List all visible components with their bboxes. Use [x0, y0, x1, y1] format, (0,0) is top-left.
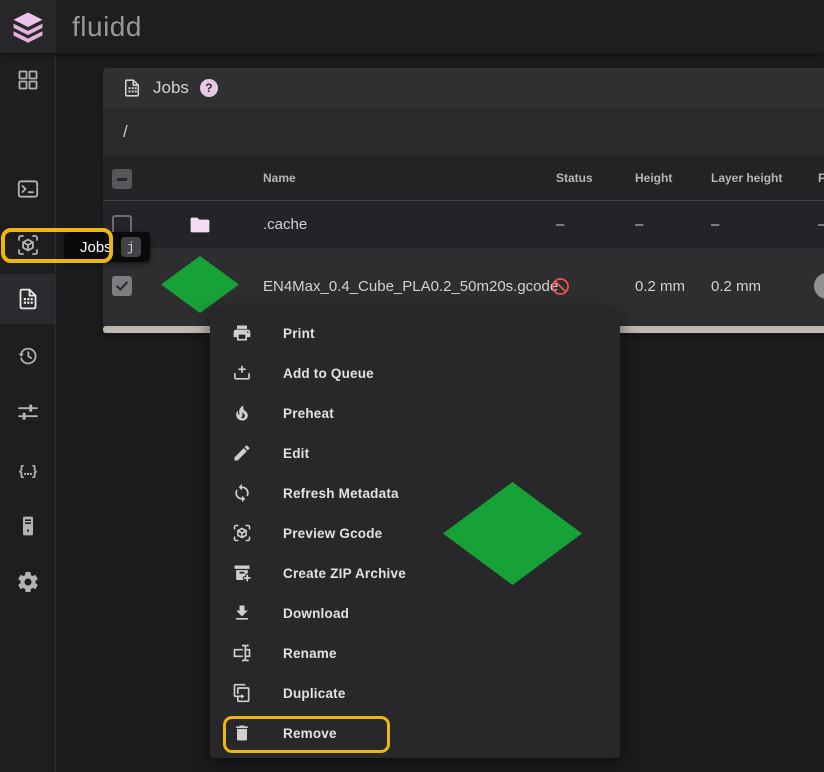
printer-icon: [232, 323, 252, 343]
table-header-row: Name Status Height Layer height F: [103, 156, 824, 201]
select-all-checkbox[interactable]: [112, 169, 132, 189]
app-title: fluidd: [72, 0, 142, 53]
download-icon: [232, 603, 252, 623]
sidebar-item-macros[interactable]: {...}: [0, 445, 55, 495]
menu-item-add-to-queue[interactable]: Add to Queue: [210, 353, 620, 393]
breadcrumb-path[interactable]: /: [103, 108, 824, 156]
blocked-icon: [550, 276, 571, 297]
jobs-panel-header: Jobs ?: [103, 68, 824, 108]
menu-item-download[interactable]: Download: [210, 593, 620, 633]
row-layer-height: 0.2 mm: [711, 248, 761, 326]
menu-item-duplicate[interactable]: Duplicate: [210, 673, 620, 713]
file-thumbnail: [160, 255, 240, 315]
help-icon[interactable]: ?: [200, 79, 218, 97]
menu-item-label: Create ZIP Archive: [283, 566, 406, 581]
flame-icon: [232, 403, 252, 423]
archive-plus-icon: [232, 563, 252, 583]
menu-item-label: Preheat: [283, 406, 334, 421]
filament-chip-partial: [814, 273, 824, 299]
jobs-panel: Jobs ? / Name Status Height Layer height…: [103, 68, 824, 334]
tooltip-label: Jobs: [80, 239, 112, 256]
menu-item-label: Edit: [283, 446, 309, 461]
fluidd-logo[interactable]: [0, 0, 56, 53]
menu-item-label: Duplicate: [283, 686, 346, 701]
app-bar: fluidd: [0, 0, 824, 53]
thumbnail-preview-large: [442, 481, 583, 586]
column-header-filament-partial[interactable]: F: [818, 156, 824, 201]
sidebar-item-settings[interactable]: [0, 557, 55, 607]
folder-icon: [188, 213, 212, 237]
column-header-status[interactable]: Status: [556, 156, 593, 201]
sidebar-item-history[interactable]: [0, 331, 55, 381]
sidebar-item-host[interactable]: [0, 501, 55, 551]
menu-item-label: Add to Queue: [283, 366, 374, 381]
menu-item-print[interactable]: Print: [210, 313, 620, 353]
row-checkbox-checked[interactable]: [112, 276, 132, 296]
rename-icon: [232, 643, 252, 663]
sidebar-item-console[interactable]: [0, 164, 55, 214]
file-document-icon: [16, 287, 40, 311]
row-height: 0.2 mm: [635, 248, 685, 326]
menu-item-edit[interactable]: Edit: [210, 433, 620, 473]
server-icon: [16, 514, 40, 538]
column-header-height[interactable]: Height: [635, 156, 672, 201]
sidebar-item-dashboard[interactable]: [0, 55, 55, 105]
menu-item-label: Download: [283, 606, 349, 621]
dashboard-icon: [16, 68, 40, 92]
shortcut-key-badge: j: [121, 237, 141, 257]
duplicate-icon: [232, 683, 252, 703]
gear-icon: [16, 570, 40, 594]
panel-title: Jobs: [153, 78, 189, 98]
cube-scan-icon: [16, 233, 40, 257]
menu-item-label: Rename: [283, 646, 337, 661]
table-row-cache[interactable]: .cache – – – –: [103, 201, 824, 248]
column-header-layer-height[interactable]: Layer height: [711, 156, 782, 201]
sidebar-item-tune[interactable]: [0, 387, 55, 437]
cube-scan-icon: [232, 523, 252, 543]
jobs-tooltip: Jobs j: [64, 232, 150, 262]
row-filament: –: [818, 201, 824, 248]
tune-icon: [16, 400, 40, 424]
menu-item-label: Print: [283, 326, 315, 341]
menu-item-preheat[interactable]: Preheat: [210, 393, 620, 433]
row-name: .cache: [263, 201, 307, 248]
sidebar-item-gcode-preview[interactable]: [0, 220, 55, 270]
menu-item-remove[interactable]: Remove: [210, 713, 620, 753]
sync-icon: [232, 483, 252, 503]
row-layer-height: –: [711, 201, 719, 248]
braces-icon: {...}: [19, 462, 37, 478]
history-icon: [16, 344, 40, 368]
file-document-icon: [122, 78, 142, 98]
console-icon: [16, 177, 40, 201]
pencil-icon: [232, 443, 252, 463]
row-status: –: [556, 201, 564, 248]
sidebar: {...}: [0, 53, 56, 772]
row-height: –: [635, 201, 643, 248]
sidebar-item-jobs[interactable]: [0, 274, 55, 324]
delete-icon: [232, 723, 252, 743]
column-header-name[interactable]: Name: [263, 156, 296, 201]
menu-item-label: Preview Gcode: [283, 526, 382, 541]
menu-item-label: Refresh Metadata: [283, 486, 399, 501]
menu-item-label: Remove: [283, 726, 337, 741]
fluidd-logo-icon: [11, 10, 45, 44]
tray-plus-icon: [232, 363, 252, 383]
menu-item-rename[interactable]: Rename: [210, 633, 620, 673]
